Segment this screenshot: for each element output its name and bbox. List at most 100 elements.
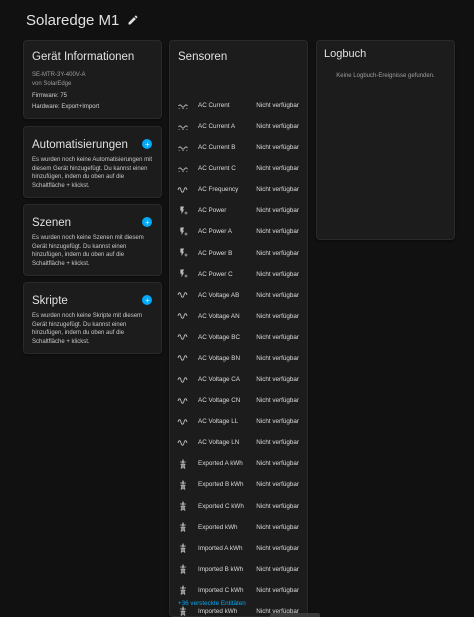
- sensor-name: Exported A kWh: [198, 460, 243, 468]
- flash-power-icon: [177, 226, 189, 238]
- sensor-row[interactable]: AC Voltage LL Nicht verfügbar: [170, 411, 307, 432]
- sensor-state: Nicht verfügbar: [256, 354, 299, 362]
- sensor-row[interactable]: Imported C kWh Nicht verfügbar: [170, 580, 307, 601]
- sensor-name: AC Frequency: [198, 186, 239, 194]
- current-ac-icon: [177, 163, 189, 175]
- scripts-title: Skripte: [32, 295, 68, 307]
- sensor-name: AC Power: [198, 207, 227, 215]
- sensor-state: Nicht verfügbar: [256, 586, 299, 594]
- pencil-icon[interactable]: [127, 14, 139, 26]
- sensor-name: Imported B kWh: [198, 565, 244, 573]
- hidden-entities-link[interactable]: +36 versteckte Entitäten: [178, 600, 246, 607]
- sensor-name: Exported B kWh: [198, 481, 244, 489]
- sine-wave-icon: [177, 331, 189, 343]
- transmission-tower-icon: [177, 458, 189, 470]
- sensor-state: Nicht verfügbar: [256, 418, 299, 426]
- sensor-name: Imported C kWh: [198, 586, 244, 594]
- sensor-row[interactable]: AC Power A Nicht verfügbar: [170, 221, 307, 242]
- sensor-state: Nicht verfügbar: [256, 376, 299, 384]
- sensor-row[interactable]: AC Voltage AB Nicht verfügbar: [170, 285, 307, 306]
- sensor-name: Imported kWh: [198, 607, 238, 615]
- sensor-row[interactable]: AC Voltage BN Nicht verfügbar: [170, 348, 307, 369]
- transmission-tower-icon: [177, 563, 189, 575]
- current-ac-icon: [177, 142, 189, 154]
- sensor-row[interactable]: AC Frequency Nicht verfügbar: [170, 179, 307, 200]
- sensor-state: Nicht verfügbar: [256, 249, 299, 257]
- sensor-state: Nicht verfügbar: [256, 228, 299, 236]
- add-automation-button[interactable]: [142, 139, 152, 149]
- sensor-row[interactable]: AC Voltage LN Nicht verfügbar: [170, 432, 307, 453]
- sensor-state: Nicht verfügbar: [256, 291, 299, 299]
- sensor-row[interactable]: Exported kWh Nicht verfügbar: [170, 517, 307, 538]
- logbook-title: Logbuch: [324, 48, 367, 60]
- sine-wave-icon: [177, 310, 189, 322]
- sensor-name: AC Voltage BC: [198, 333, 241, 341]
- sensor-row[interactable]: Imported B kWh Nicht verfügbar: [170, 559, 307, 580]
- sensor-state: Nicht verfügbar: [256, 165, 299, 173]
- plus-icon: [144, 219, 150, 225]
- sensor-name: AC Power C: [198, 270, 233, 278]
- device-model: SE-MTR-3Y-400V-A: [32, 72, 86, 78]
- sensor-name: AC Power A: [198, 228, 232, 236]
- sensor-state: Nicht verfügbar: [256, 333, 299, 341]
- sensor-state: Nicht verfügbar: [256, 502, 299, 510]
- sensor-row[interactable]: Imported A kWh Nicht verfügbar: [170, 538, 307, 559]
- sensor-row[interactable]: Exported A kWh Nicht verfügbar: [170, 453, 307, 474]
- sensor-row[interactable]: AC Voltage CA Nicht verfügbar: [170, 369, 307, 390]
- sensor-name: Exported C kWh: [198, 502, 244, 510]
- sensor-row[interactable]: Exported C kWh Nicht verfügbar: [170, 496, 307, 517]
- sensor-state: Nicht verfügbar: [256, 123, 299, 131]
- sensor-state: Nicht verfügbar: [256, 544, 299, 552]
- current-ac-icon: [177, 121, 189, 133]
- scenes-card: Szenen Es wurden noch keine Szenen mit d…: [23, 204, 162, 276]
- sensor-name: AC Voltage LN: [198, 439, 240, 447]
- sensor-row[interactable]: AC Voltage BC Nicht verfügbar: [170, 327, 307, 348]
- sine-wave-icon: [177, 352, 189, 364]
- sensor-state: Nicht verfügbar: [256, 523, 299, 531]
- sensor-row[interactable]: Exported B kWh Nicht verfügbar: [170, 474, 307, 495]
- automations-title: Automatisierungen: [32, 139, 128, 151]
- sensor-row[interactable]: AC Power Nicht verfügbar: [170, 200, 307, 221]
- device-firmware: Firmware: 75: [32, 93, 68, 99]
- sensor-name: AC Current A: [198, 123, 236, 131]
- page-header: Solaredge M1: [0, 0, 474, 40]
- sensors-title: Sensoren: [178, 51, 228, 63]
- current-ac-icon: [177, 100, 189, 112]
- sensor-row[interactable]: AC Current B Nicht verfügbar: [170, 137, 307, 158]
- device-info-card: Gerät Informationen SE-MTR-3Y-400V-A von…: [23, 40, 162, 119]
- sensor-row[interactable]: AC Current A Nicht verfügbar: [170, 116, 307, 137]
- sensor-state: Nicht verfügbar: [256, 144, 299, 152]
- flash-power-icon: [177, 247, 189, 259]
- sensor-state: Nicht verfügbar: [256, 270, 299, 278]
- transmission-tower-icon: [177, 584, 189, 596]
- sine-wave-icon: [177, 437, 189, 449]
- transmission-tower-icon: [177, 605, 189, 617]
- sensor-state: Nicht verfügbar: [256, 481, 299, 489]
- sensor-name: AC Voltage CA: [198, 376, 241, 384]
- scripts-card: Skripte Es wurden noch keine Skripte mit…: [23, 282, 162, 354]
- sensor-state: Nicht verfügbar: [256, 439, 299, 447]
- sensor-state: Nicht verfügbar: [256, 186, 299, 194]
- scenes-description: Es wurden noch keine Szenen mit diesem G…: [32, 235, 144, 267]
- sensor-name: AC Voltage BN: [198, 354, 241, 362]
- sensor-name: AC Voltage LL: [198, 418, 239, 426]
- sensor-row[interactable]: AC Current C Nicht verfügbar: [170, 158, 307, 179]
- sensor-name: AC Voltage AB: [198, 291, 240, 299]
- device-info-title: Gerät Informationen: [32, 51, 135, 63]
- add-scene-button[interactable]: [142, 217, 152, 227]
- sine-wave-icon: [177, 374, 189, 386]
- sensor-row[interactable]: AC Power B Nicht verfügbar: [170, 243, 307, 264]
- sensor-row[interactable]: AC Current Nicht verfügbar: [170, 95, 307, 116]
- scroll-indicator: [270, 613, 320, 617]
- sensor-row[interactable]: AC Voltage AN Nicht verfügbar: [170, 306, 307, 327]
- sine-wave-icon: [177, 289, 189, 301]
- scripts-description: Es wurden noch keine Skripte mit diesem …: [32, 313, 143, 345]
- flash-power-icon: [177, 268, 189, 280]
- automations-description: Es wurden noch keine Automatisierungen m…: [32, 157, 153, 189]
- sensor-row[interactable]: AC Voltage CN Nicht verfügbar: [170, 390, 307, 411]
- sine-wave-icon: [177, 395, 189, 407]
- add-script-button[interactable]: [142, 295, 152, 305]
- sensor-row[interactable]: AC Power C Nicht verfügbar: [170, 264, 307, 285]
- sensor-name: AC Current: [198, 102, 230, 109]
- logbook-card: Logbuch Keine Logbuch-Ereignisse gefunde…: [316, 40, 455, 240]
